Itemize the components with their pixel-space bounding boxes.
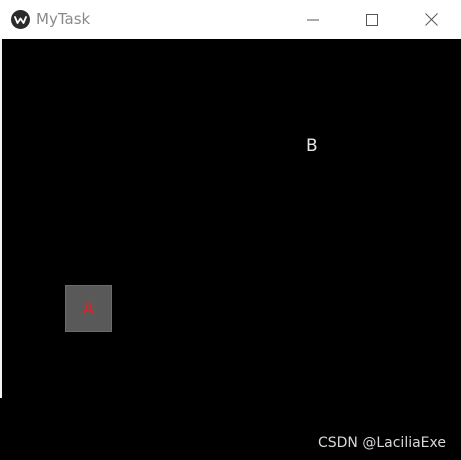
canvas-area[interactable] xyxy=(0,39,461,460)
title-bar[interactable]: MyTask xyxy=(0,0,461,39)
app-window: MyTask A B CSDN @LaciliaExe xyxy=(0,0,461,460)
widget-a-button[interactable]: A xyxy=(65,285,112,332)
watermark-text: CSDN @LaciliaExe xyxy=(317,435,446,451)
label-b: B xyxy=(306,136,318,156)
minimize-button[interactable] xyxy=(290,0,336,39)
widget-a-label: A xyxy=(82,298,95,319)
minimize-icon xyxy=(307,19,319,20)
close-icon xyxy=(424,13,438,26)
maximize-button[interactable] xyxy=(349,0,395,39)
window-title: MyTask xyxy=(36,10,91,28)
app-logo-icon xyxy=(11,10,30,29)
window-left-edge xyxy=(0,39,2,398)
maximize-icon xyxy=(366,13,378,26)
close-button[interactable] xyxy=(408,0,454,39)
